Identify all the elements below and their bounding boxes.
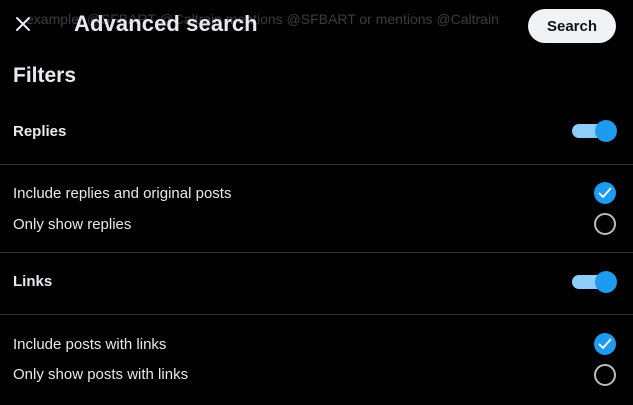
toggle-knob [595, 120, 617, 142]
divider [0, 164, 633, 165]
close-icon[interactable] [14, 15, 32, 33]
check-icon [598, 187, 612, 198]
option-only-replies[interactable]: Only show replies [13, 216, 131, 233]
radio-only-links[interactable] [594, 364, 616, 386]
divider [0, 314, 633, 315]
search-button[interactable]: Search [528, 9, 616, 43]
links-toggle[interactable] [571, 271, 617, 293]
radio-only-replies[interactable] [594, 213, 616, 235]
radio-include-links[interactable] [594, 333, 616, 355]
option-only-links[interactable]: Only show posts with links [13, 366, 188, 383]
section-label-links: Links [13, 273, 53, 290]
section-label-replies: Replies [13, 123, 67, 140]
header-bar: example: @SFBART @Caltrain mentions @SFB… [0, 0, 633, 46]
page-title: Advanced search [74, 11, 258, 36]
divider [0, 252, 633, 253]
check-icon [598, 338, 612, 349]
replies-toggle[interactable] [571, 120, 617, 142]
option-include-links[interactable]: Include posts with links [13, 336, 166, 353]
toggle-knob [595, 271, 617, 293]
option-include-replies[interactable]: Include replies and original posts [13, 185, 231, 202]
filters-heading: Filters [13, 64, 77, 87]
radio-include-replies[interactable] [594, 182, 616, 204]
